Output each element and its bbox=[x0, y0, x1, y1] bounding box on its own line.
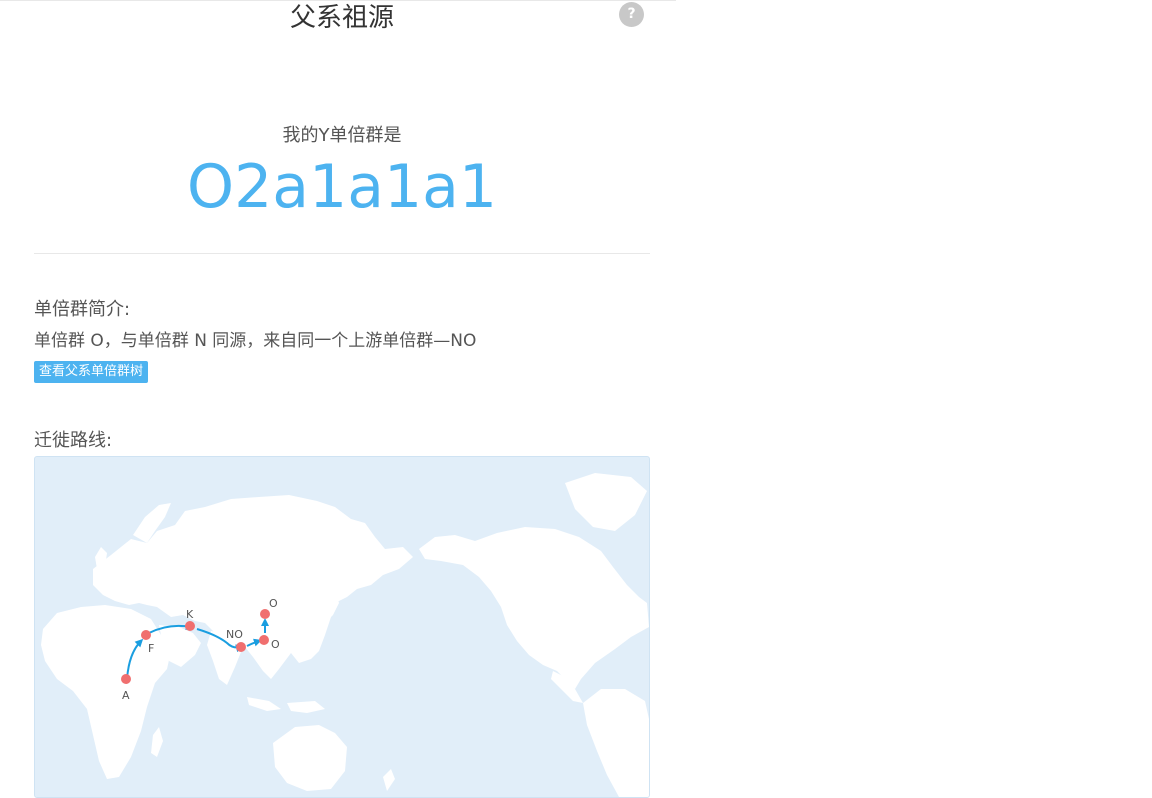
haplogroup-value: O2a1a1a1 bbox=[186, 152, 498, 222]
node-no[interactable] bbox=[236, 642, 246, 652]
node-f[interactable] bbox=[141, 630, 151, 640]
node-o[interactable] bbox=[259, 635, 269, 645]
map-svg: A F K NO O O bbox=[41, 473, 649, 797]
divider bbox=[34, 253, 650, 254]
summary-heading: 单倍群简介: bbox=[34, 299, 131, 320]
australia-land bbox=[273, 725, 347, 791]
node-label-o: O bbox=[271, 638, 280, 651]
question-icon[interactable]: ? bbox=[619, 2, 644, 27]
south-america-land bbox=[583, 689, 649, 797]
north-america-land bbox=[419, 527, 649, 689]
node-label-k: K bbox=[186, 608, 194, 621]
node-o-north[interactable] bbox=[260, 609, 270, 619]
node-a[interactable] bbox=[121, 674, 131, 684]
node-label-o-north: O bbox=[269, 597, 278, 610]
migration-heading: 迁徙路线: bbox=[34, 430, 113, 451]
content-panel: 父系祖源 ? 我的Y单倍群是 O2a1a1a1 单倍群简介: 单倍群 O，与单倍… bbox=[0, 0, 676, 798]
migration-map[interactable]: A F K NO O O bbox=[34, 456, 650, 798]
node-label-f: F bbox=[148, 642, 154, 655]
madagascar-land bbox=[151, 727, 163, 757]
summary-text: 单倍群 O，与单倍群 N 同源，来自同一个上游单倍群—NO bbox=[34, 331, 477, 351]
node-label-no: NO bbox=[226, 628, 243, 641]
newzealand-land bbox=[383, 769, 395, 791]
greenland-land bbox=[565, 473, 647, 531]
node-label-a: A bbox=[122, 689, 130, 702]
node-k[interactable] bbox=[185, 621, 195, 631]
haplogroup-intro: 我的Y单倍群是 bbox=[282, 125, 402, 146]
view-tree-button[interactable]: 查看父系单倍群树 bbox=[34, 361, 149, 383]
page-title: 父系祖源 bbox=[289, 3, 394, 33]
indonesia-land bbox=[247, 697, 325, 713]
